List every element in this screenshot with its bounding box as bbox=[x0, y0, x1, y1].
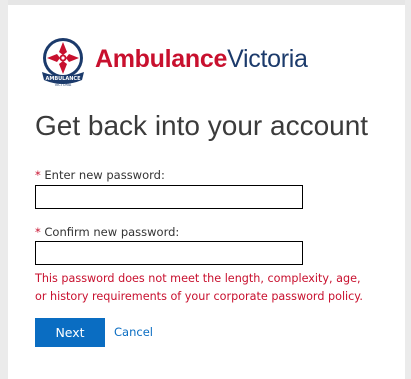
brand-name-part2: Victoria bbox=[227, 45, 308, 73]
brand-name-part1: Ambulance bbox=[95, 45, 228, 73]
required-marker: * bbox=[35, 225, 41, 239]
window-left-edge bbox=[0, 0, 8, 379]
new-password-label: * Enter new password: bbox=[35, 168, 165, 182]
brand-wordmark: AmbulanceVictoria bbox=[95, 44, 308, 74]
confirm-password-label: * Confirm new password: bbox=[35, 225, 179, 239]
new-password-input[interactable] bbox=[35, 185, 303, 209]
logo-ribbon-text: AMBULANCE bbox=[45, 76, 81, 82]
confirm-password-label-text: Confirm new password: bbox=[44, 225, 180, 239]
ambulance-victoria-logo-icon: AMBULANCE VICTORIA bbox=[42, 38, 84, 87]
new-password-label-text: Enter new password: bbox=[44, 168, 165, 182]
cancel-link[interactable]: Cancel bbox=[114, 325, 153, 339]
logo-ribbon-subtext: VICTORIA bbox=[55, 83, 72, 87]
page-title: Get back into your account bbox=[35, 110, 369, 141]
password-error-message: This password does not meet the length, … bbox=[35, 272, 363, 303]
next-button[interactable]: Next bbox=[35, 318, 105, 347]
required-marker: * bbox=[35, 168, 41, 182]
password-reset-page: AMBULANCE VICTORIA AmbulanceVictoria Get… bbox=[0, 0, 411, 379]
confirm-password-input[interactable] bbox=[35, 241, 303, 265]
window-top-edge bbox=[0, 0, 411, 5]
window-right-edge bbox=[405, 0, 411, 379]
